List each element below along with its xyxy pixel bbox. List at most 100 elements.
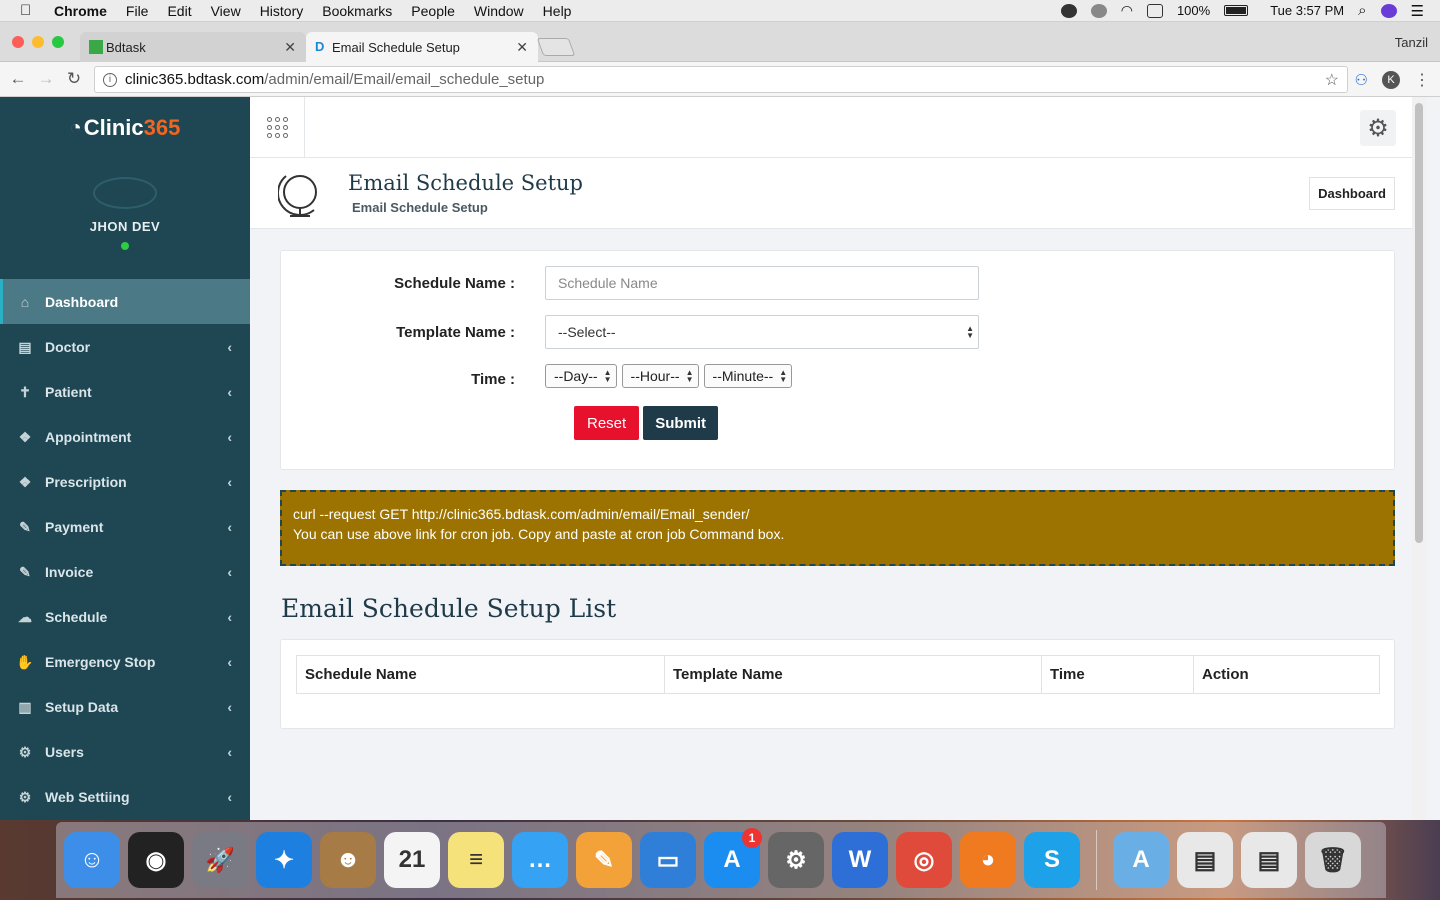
airplay-icon[interactable] [1146, 3, 1163, 18]
creative-cloud-icon[interactable] [1090, 3, 1107, 18]
bookmark-star-icon[interactable]: ☆ [1325, 70, 1339, 90]
submit-button[interactable]: Submit [643, 406, 719, 440]
tab-bdtask[interactable]: Bdtask ✕ [80, 32, 306, 62]
launchpad-icon[interactable]: 🚀 [192, 832, 248, 888]
template-name-select[interactable]: --Select-- ▲ ▼ [545, 315, 979, 349]
sidebar-item-label: Setup Data [45, 698, 119, 715]
contacts-icon[interactable]: ☻ [320, 832, 376, 888]
word-icon[interactable]: W [832, 832, 888, 888]
settings-button[interactable]: ⚙ [1360, 110, 1396, 146]
chevron-left-icon: ‹ [227, 473, 232, 490]
back-icon[interactable]: ← [4, 69, 32, 89]
breadcrumb-dashboard-button[interactable]: Dashboard [1309, 177, 1395, 210]
chevron-left-icon: ‹ [227, 698, 232, 715]
finder-glyph: ☺ [79, 846, 105, 873]
sidebar-item-web-setting[interactable]: ⚙ Web Settiing ‹ [0, 774, 250, 819]
menu-help[interactable]: Help [543, 3, 572, 19]
reset-button[interactable]: Reset [574, 406, 640, 440]
wifi-icon[interactable]: ◠ [1121, 2, 1133, 19]
sidebar-item-schedule[interactable]: ☁ Schedule ‹ [0, 594, 250, 639]
safari-icon[interactable]: ✦ [256, 832, 312, 888]
trash-icon[interactable]: 🗑 [1305, 832, 1361, 888]
skype-status-icon[interactable] [1060, 3, 1077, 18]
column-action[interactable]: Action [1193, 655, 1380, 694]
sidebar-item-doctor[interactable]: ▤ Doctor ‹ [0, 324, 250, 369]
keynote-icon[interactable]: ▭ [640, 832, 696, 888]
battery-percent: 100% [1176, 3, 1211, 18]
sidebar-item-invoice[interactable]: ✎ Invoice ‹ [0, 549, 250, 594]
sidebar-item-prescription[interactable]: ❖ Prescription ‹ [0, 459, 250, 504]
toolbar-extensions: ⚇ K ⋮ [1355, 70, 1430, 90]
chrome-icon[interactable]: ◎ [896, 832, 952, 888]
minimize-window-icon[interactable] [32, 36, 44, 48]
schedule-list-panel: Schedule Name Template Name Time Action [280, 639, 1395, 729]
column-template-name[interactable]: Template Name [664, 655, 1042, 694]
extension-icon[interactable]: ⚇ [1355, 71, 1368, 89]
keynote-glyph: ▭ [656, 846, 680, 874]
firefox-icon[interactable]: ◕ [960, 832, 1016, 888]
schedule-form-panel: Schedule Name : Schedule Name Template N… [280, 250, 1395, 470]
chrome-menu-icon[interactable]: ⋮ [1414, 70, 1430, 90]
menu-history[interactable]: History [260, 3, 304, 19]
menu-app-name[interactable]: Chrome [54, 3, 107, 19]
menu-edit[interactable]: Edit [167, 3, 191, 19]
sidebar-item-setup-data[interactable]: ▥ Setup Data ‹ [0, 684, 250, 729]
tab-email-schedule-setup[interactable]: D Email Schedule Setup ✕ [306, 32, 538, 62]
notes-icon[interactable]: ≡ [448, 832, 504, 888]
forward-icon[interactable]: → [32, 69, 60, 89]
calendar-icon[interactable]: 21 [384, 832, 440, 888]
sidebar-toggle-button[interactable] [250, 97, 305, 158]
new-tab-button[interactable] [536, 38, 576, 56]
sidebar-item-payment[interactable]: ✎ Payment ‹ [0, 504, 250, 549]
profile-avatar[interactable]: K [1382, 71, 1400, 89]
clock[interactable]: Tue 3:57 PM [1270, 3, 1344, 18]
skype-icon[interactable]: S [1024, 832, 1080, 888]
sidebar-item-emergency-stop[interactable]: ✋ Emergency Stop ‹ [0, 639, 250, 684]
schedule-name-input[interactable]: Schedule Name [545, 266, 979, 300]
site-info-icon[interactable]: i [103, 72, 117, 87]
downloads-stack-icon[interactable]: ▤ [1241, 832, 1297, 888]
avatar[interactable] [93, 177, 157, 209]
address-bar[interactable]: i clinic365.bdtask.com/admin/email/Email… [94, 66, 1348, 93]
grid-dot-icon [282, 125, 288, 130]
spotlight-search-icon[interactable]: ⌕ [1358, 2, 1366, 19]
brand-logo[interactable]: ◔ Clinic 365 [0, 97, 250, 159]
menu-bookmarks[interactable]: Bookmarks [322, 3, 392, 19]
minute-select[interactable]: --Minute-- ▲ ▼ [703, 364, 793, 388]
gears-icon: ⚙ [18, 788, 32, 805]
close-window-icon[interactable] [12, 36, 24, 48]
page-scrollbar[interactable] [1412, 97, 1426, 820]
hour-select[interactable]: --Hour-- ▲ ▼ [621, 364, 699, 388]
close-tab-icon[interactable]: ✕ [284, 39, 296, 56]
apple-menu-icon[interactable]:  [20, 2, 38, 19]
zoom-window-icon[interactable] [52, 36, 64, 48]
gears-icon: ⚙ [18, 743, 32, 760]
close-tab-icon[interactable]: ✕ [516, 39, 528, 56]
menu-people[interactable]: People [411, 3, 455, 19]
finder-icon[interactable]: ☺ [64, 832, 120, 888]
notification-center-icon[interactable]: ☰ [1411, 2, 1424, 20]
messages-icon[interactable]: … [512, 832, 568, 888]
sidebar-item-patient[interactable]: ✝ Patient ‹ [0, 369, 250, 414]
day-select[interactable]: --Day-- ▲ ▼ [545, 364, 617, 388]
siri-icon[interactable]: ◉ [128, 832, 184, 888]
documents-stack-icon[interactable]: ▤ [1177, 832, 1233, 888]
column-schedule-name[interactable]: Schedule Name [296, 655, 665, 694]
sidebar-item-appointment[interactable]: ❖ Appointment ‹ [0, 414, 250, 459]
pages-icon[interactable]: ✎ [576, 832, 632, 888]
scrollbar-thumb[interactable] [1415, 103, 1423, 543]
system-preferences-icon[interactable]: ⚙ [768, 832, 824, 888]
sidebar-item-dashboard[interactable]: ⌂ Dashboard [0, 279, 250, 324]
sidebar-item-users[interactable]: ⚙ Users ‹ [0, 729, 250, 774]
browser-profile-name[interactable]: Tanzil [1395, 35, 1428, 50]
browser-toolbar: ← → ↻ i clinic365.bdtask.com/admin/email… [0, 62, 1440, 97]
applications-folder-icon[interactable]: A [1113, 832, 1169, 888]
menu-window[interactable]: Window [474, 3, 524, 19]
siri-menu-icon[interactable] [1380, 3, 1397, 18]
app-store-icon[interactable]: A1 [704, 828, 762, 888]
reload-icon[interactable]: ↻ [60, 69, 88, 89]
column-time[interactable]: Time [1041, 655, 1194, 694]
menu-file[interactable]: File [126, 3, 149, 19]
battery-icon[interactable] [1224, 5, 1249, 16]
menu-view[interactable]: View [211, 3, 241, 19]
